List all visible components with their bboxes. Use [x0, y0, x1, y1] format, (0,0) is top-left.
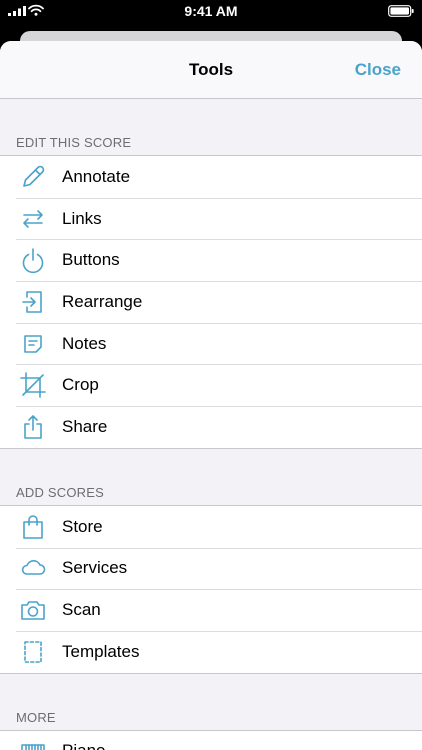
share-icon: [16, 413, 50, 441]
rearrange-icon: [16, 288, 50, 316]
tools-sheet: Tools Close EDIT THIS SCORE Annotate Lin…: [0, 41, 422, 750]
status-time: 9:41 AM: [184, 3, 238, 19]
add-scores-list: Store Services Scan Templates: [0, 504, 422, 674]
tool-label: Links: [62, 208, 102, 228]
tool-annotate[interactable]: Annotate: [0, 156, 422, 198]
tool-crop[interactable]: Crop: [0, 364, 422, 406]
notes-icon: [16, 330, 50, 358]
tool-store[interactable]: Store: [0, 506, 422, 548]
close-button[interactable]: Close: [355, 60, 401, 80]
tool-notes[interactable]: Notes: [0, 322, 422, 365]
tool-scan[interactable]: Scan: [0, 589, 422, 631]
tool-label: Services: [62, 558, 128, 578]
tool-label: Crop: [62, 375, 99, 395]
navigation-bar: Tools Close: [0, 41, 422, 99]
tool-label: Templates: [62, 641, 140, 661]
tool-label: Share: [62, 416, 108, 436]
tool-label: Rearrange: [62, 291, 143, 311]
template-icon: [16, 638, 50, 666]
tool-label: Buttons: [62, 250, 120, 270]
status-bar: 9:41 AM: [0, 0, 422, 22]
tap-button-icon: [16, 246, 50, 274]
tool-share[interactable]: Share: [0, 406, 422, 448]
section-header-more: MORE: [16, 709, 56, 725]
cloud-icon: [16, 554, 50, 582]
battery-icon: [388, 5, 414, 17]
tool-templates[interactable]: Templates: [0, 630, 422, 673]
section-header-edit: EDIT THIS SCORE: [16, 135, 132, 150]
piano-icon: [16, 737, 50, 750]
edit-score-list: Annotate Links Buttons Rearrange Notes C…: [0, 155, 422, 449]
arrows-icon: [16, 205, 50, 233]
tool-label: Notes: [62, 333, 107, 353]
tool-piano[interactable]: Piano: [0, 731, 422, 750]
tool-buttons[interactable]: Buttons: [0, 239, 422, 281]
crop-icon: [16, 371, 50, 399]
more-list: Piano: [0, 729, 422, 750]
tool-services[interactable]: Services: [0, 547, 422, 590]
section-header-add: ADD SCORES: [16, 484, 104, 500]
tool-rearrange[interactable]: Rearrange: [0, 281, 422, 323]
tool-label: Scan: [62, 600, 101, 620]
tool-label: Piano: [62, 741, 105, 750]
shopping-bag-icon: [16, 513, 50, 541]
tool-label: Annotate: [62, 166, 131, 186]
pencil-icon: [16, 163, 50, 191]
camera-icon: [16, 596, 50, 624]
tool-label: Store: [62, 516, 103, 536]
tool-links[interactable]: Links: [0, 197, 422, 240]
